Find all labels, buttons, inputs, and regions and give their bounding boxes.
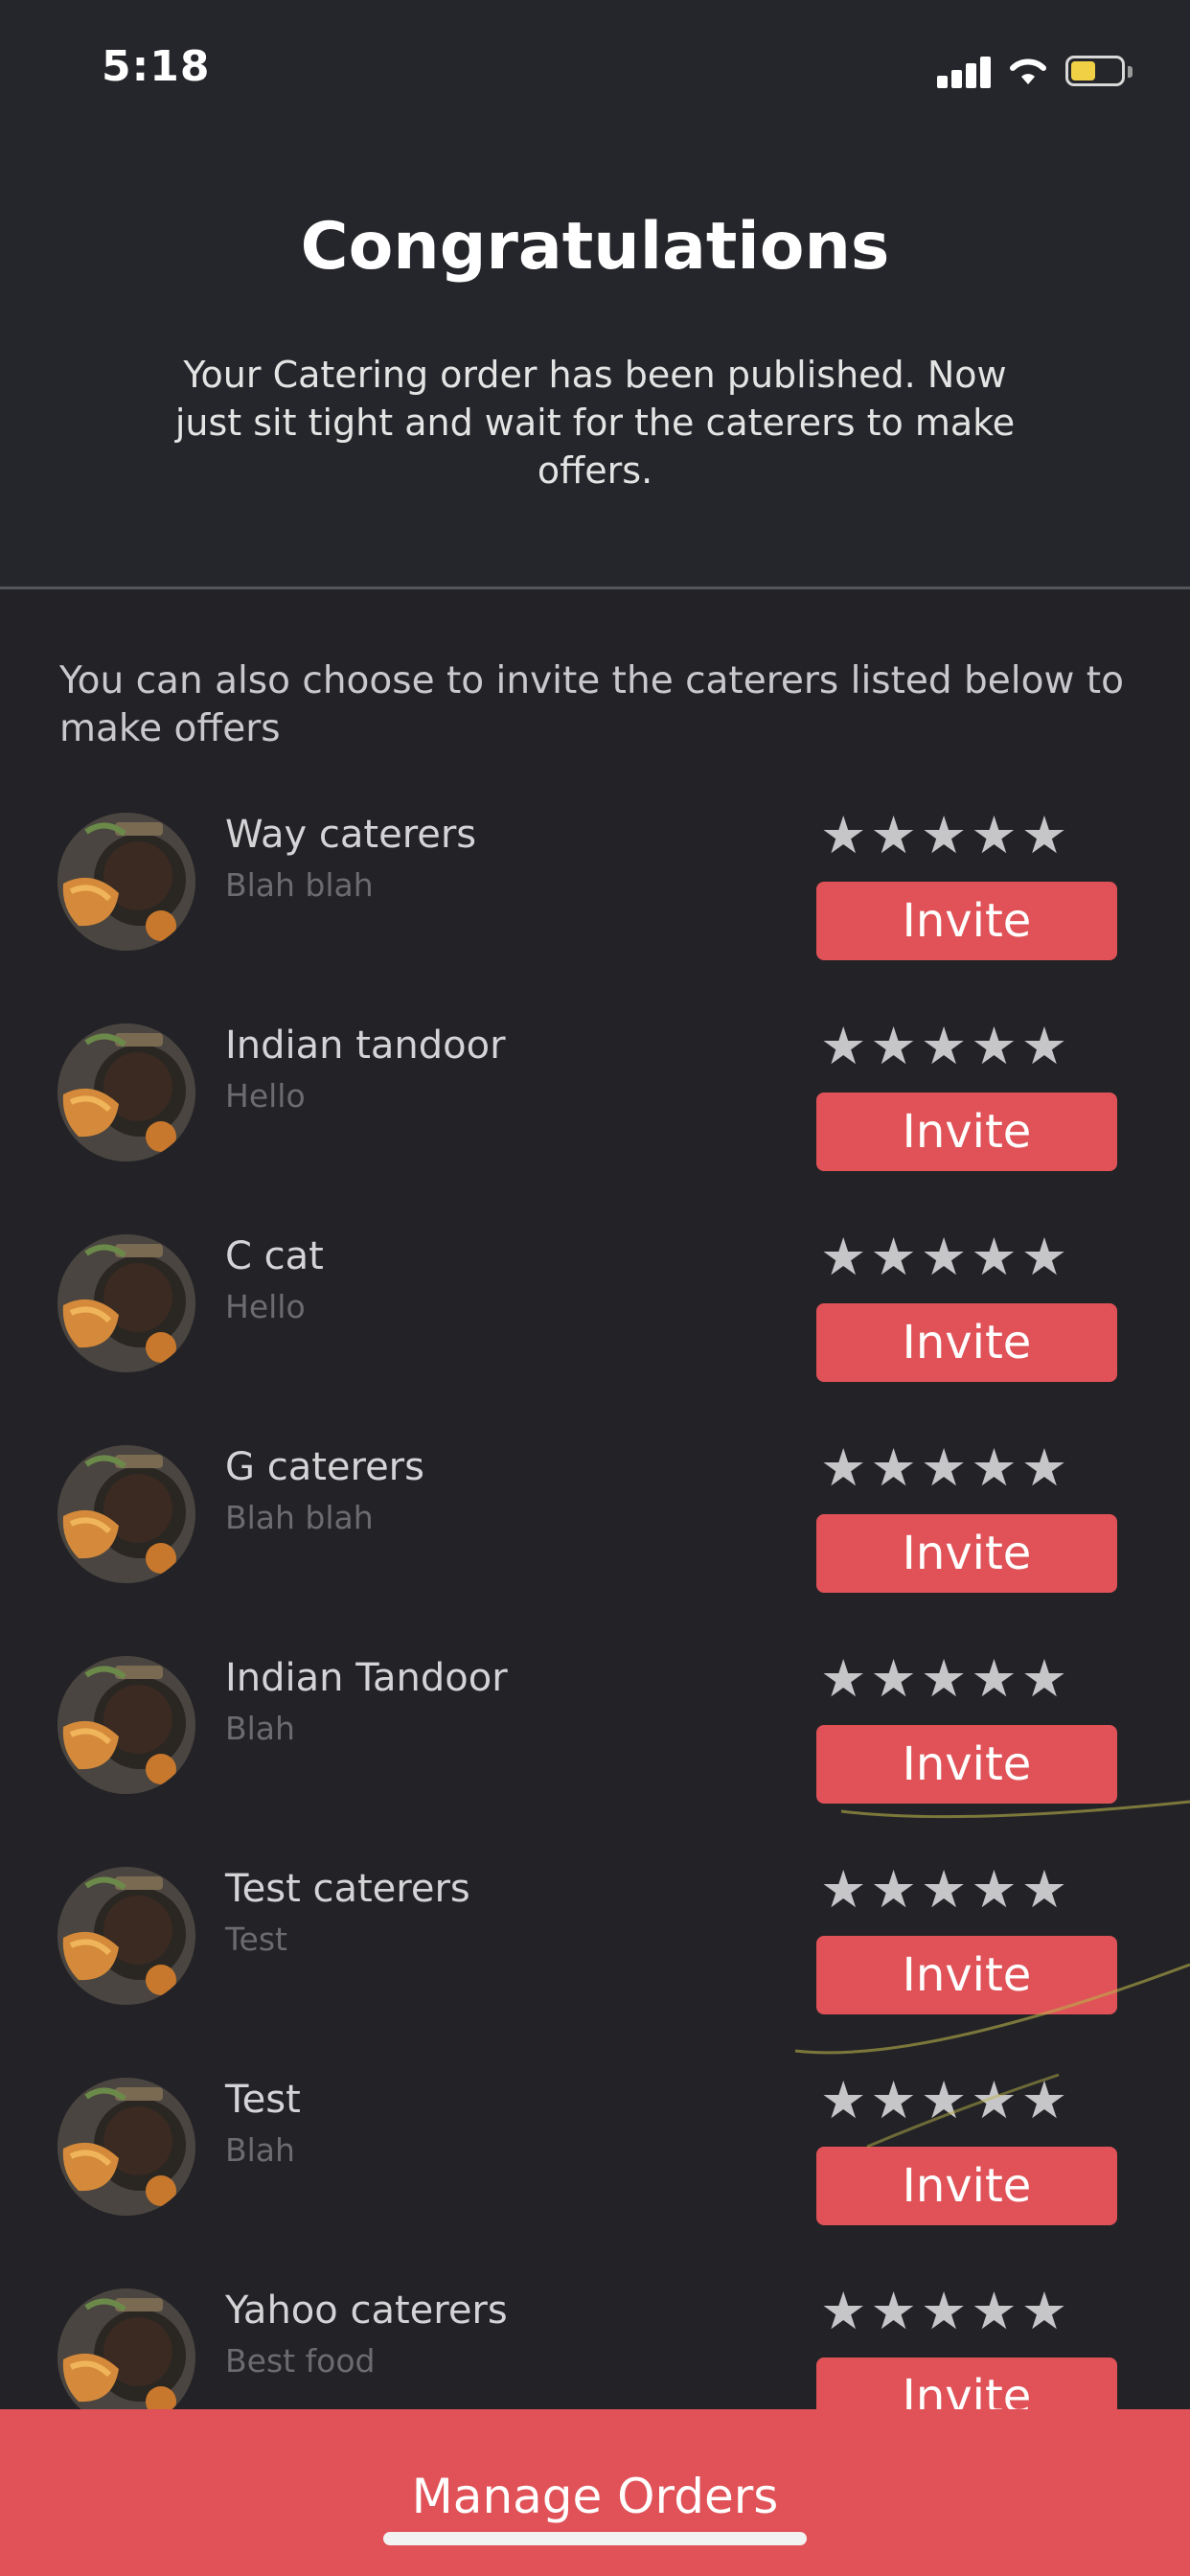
star-icon: ★ xyxy=(1020,1438,1072,1498)
star-icon: ★ xyxy=(820,805,871,865)
star-icon: ★ xyxy=(920,1859,972,1920)
star-rating: ★★★★★ xyxy=(820,1439,1117,1497)
caterer-avatar xyxy=(57,813,195,951)
invite-button[interactable]: Invite xyxy=(816,1303,1117,1382)
status-time: 5:18 xyxy=(102,42,211,91)
header: 5:18 Congratulations Your Catering order… xyxy=(0,0,1190,586)
caterer-description: Hello xyxy=(225,1077,306,1115)
star-rating: ★★★★★ xyxy=(820,1861,1117,1919)
star-icon: ★ xyxy=(1020,1648,1072,1709)
star-icon: ★ xyxy=(1020,1227,1072,1287)
star-rating: ★★★★★ xyxy=(820,1650,1117,1708)
star-icon: ★ xyxy=(1020,2070,1072,2130)
star-icon: ★ xyxy=(971,1016,1021,1076)
star-rating: ★★★★★ xyxy=(820,2283,1117,2340)
caterer-name: Test xyxy=(225,2078,301,2122)
star-icon: ★ xyxy=(870,1859,921,1920)
caterer-row: C cat Hello ★★★★★ Invite xyxy=(0,1229,1190,1445)
wifi-icon xyxy=(1010,58,1046,84)
star-icon: ★ xyxy=(870,2070,921,2130)
caterer-row: Indian Tandoor Blah ★★★★★ Invite xyxy=(0,1650,1190,1867)
star-icon: ★ xyxy=(920,1016,972,1076)
star-icon: ★ xyxy=(820,1648,871,1709)
caterer-name: C cat xyxy=(225,1234,324,1278)
star-icon: ★ xyxy=(920,805,972,865)
invite-button[interactable]: Invite xyxy=(816,1092,1117,1171)
star-icon: ★ xyxy=(971,805,1021,865)
star-icon: ★ xyxy=(971,2281,1021,2341)
star-rating: ★★★★★ xyxy=(820,2072,1117,2129)
star-icon: ★ xyxy=(820,1438,871,1498)
star-icon: ★ xyxy=(1020,1016,1072,1076)
star-icon: ★ xyxy=(1020,2281,1072,2341)
caterer-row: Indian tandoor Hello ★★★★★ Invite xyxy=(0,1018,1190,1234)
caterer-description: Hello xyxy=(225,1288,306,1325)
star-icon: ★ xyxy=(820,2070,871,2130)
publish-message: Your Catering order has been published. … xyxy=(174,354,1016,492)
star-icon: ★ xyxy=(1020,805,1072,865)
star-icon: ★ xyxy=(920,1227,972,1287)
invite-button[interactable]: Invite xyxy=(816,1725,1117,1804)
caterer-name: G caterers xyxy=(225,1445,424,1489)
star-icon: ★ xyxy=(971,1648,1021,1709)
invite-button[interactable]: Invite xyxy=(816,1936,1117,2014)
star-icon: ★ xyxy=(971,2070,1021,2130)
caterer-row: Test caterers Test ★★★★★ Invite xyxy=(0,1861,1190,2078)
invite-button[interactable]: Invite xyxy=(816,1514,1117,1593)
divider xyxy=(0,586,1190,589)
caterer-description: Blah blah xyxy=(225,866,374,904)
star-icon: ★ xyxy=(870,805,921,865)
caterer-name: Indian tandoor xyxy=(225,1024,506,1068)
star-icon: ★ xyxy=(870,1648,921,1709)
caterer-avatar xyxy=(57,2288,195,2426)
caterer-description: Blah blah xyxy=(225,1499,374,1536)
battery-icon xyxy=(1065,56,1134,90)
star-icon: ★ xyxy=(971,1438,1021,1498)
star-icon: ★ xyxy=(1020,1859,1072,1920)
cellular-signal-icon xyxy=(937,56,993,88)
caterer-avatar xyxy=(57,1234,195,1372)
star-rating: ★★★★★ xyxy=(820,1229,1117,1286)
caterer-avatar xyxy=(57,1867,195,2005)
caterer-description: Blah xyxy=(225,1710,295,1747)
caterer-description: Test xyxy=(225,1920,287,1958)
page-title: Congratulations xyxy=(300,209,890,285)
caterer-avatar xyxy=(57,1024,195,1162)
caterer-description: Blah xyxy=(225,2131,295,2169)
caterer-name: Way caterers xyxy=(225,813,477,857)
star-icon: ★ xyxy=(971,1859,1021,1920)
manage-orders-button[interactable]: Manage Orders xyxy=(0,2409,1190,2576)
star-icon: ★ xyxy=(920,2281,972,2341)
invite-intro-text: You can also choose to invite the catere… xyxy=(59,659,1124,750)
star-icon: ★ xyxy=(971,1227,1021,1287)
manage-orders-label: Manage Orders xyxy=(411,2469,779,2524)
star-icon: ★ xyxy=(870,1438,921,1498)
star-icon: ★ xyxy=(820,1016,871,1076)
caterer-avatar xyxy=(57,2078,195,2216)
caterer-name: Yahoo caterers xyxy=(225,2288,508,2333)
star-icon: ★ xyxy=(870,2281,921,2341)
invite-button[interactable]: Invite xyxy=(816,882,1117,960)
caterer-row: Way caterers Blah blah ★★★★★ Invite xyxy=(0,807,1190,1024)
star-icon: ★ xyxy=(820,1859,871,1920)
star-rating: ★★★★★ xyxy=(820,1018,1117,1075)
caterer-row: G caterers Blah blah ★★★★★ Invite xyxy=(0,1439,1190,1656)
caterer-avatar xyxy=(57,1445,195,1583)
caterer-name: Indian Tandoor xyxy=(225,1656,508,1700)
invite-button[interactable]: Invite xyxy=(816,2147,1117,2225)
star-icon: ★ xyxy=(920,1438,972,1498)
caterer-description: Best food xyxy=(225,2342,376,2380)
star-icon: ★ xyxy=(820,2281,871,2341)
star-icon: ★ xyxy=(870,1227,921,1287)
star-icon: ★ xyxy=(870,1016,921,1076)
star-rating: ★★★★★ xyxy=(820,807,1117,864)
home-indicator xyxy=(383,2532,807,2545)
star-icon: ★ xyxy=(820,1227,871,1287)
star-icon: ★ xyxy=(920,2070,972,2130)
caterer-row: Test Blah ★★★★★ Invite xyxy=(0,2072,1190,2288)
star-icon: ★ xyxy=(920,1648,972,1709)
caterer-avatar xyxy=(57,1656,195,1794)
caterer-name: Test caterers xyxy=(225,1867,470,1911)
